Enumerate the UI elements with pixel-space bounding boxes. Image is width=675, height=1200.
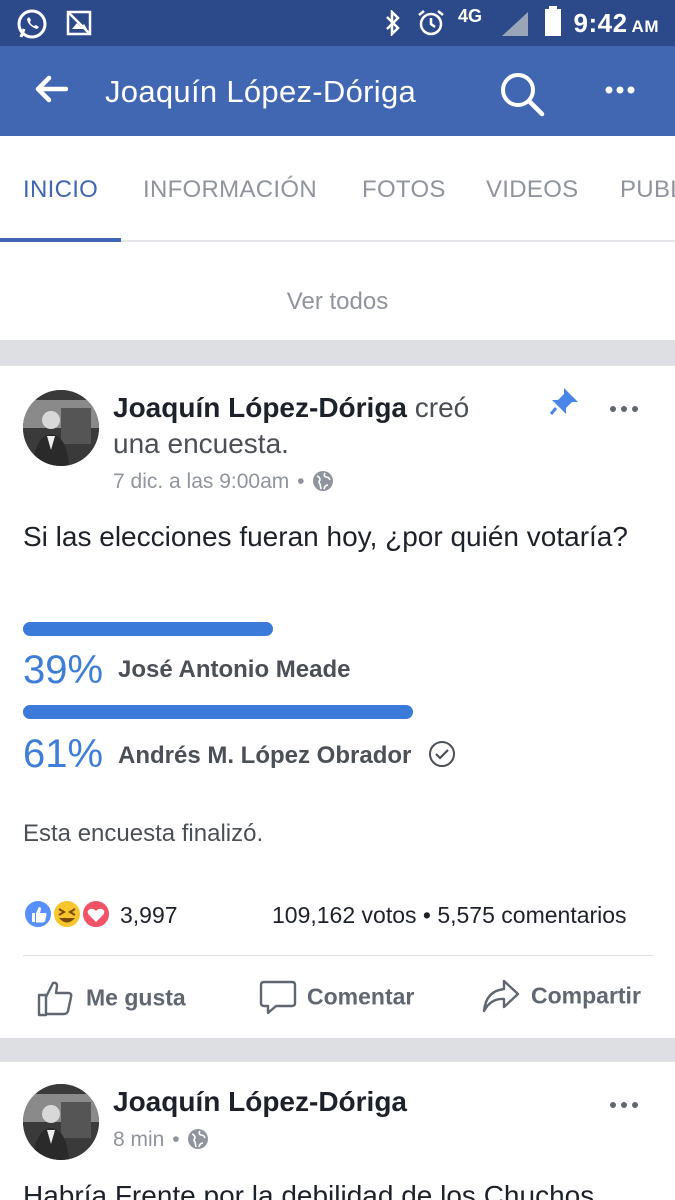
- signal-icon: [500, 10, 530, 43]
- tab-publicaciones[interactable]: PUBL: [620, 176, 675, 204]
- reaction-icons: [23, 899, 111, 929]
- post-more-icon[interactable]: [609, 1096, 639, 1114]
- share-button[interactable]: Compartir: [481, 978, 641, 1014]
- votes-comments-count[interactable]: 109,162 votos • 5,575 comentarios: [272, 902, 627, 929]
- more-options-icon[interactable]: [604, 82, 636, 100]
- poll-option-1-name[interactable]: José Antonio Meade: [118, 656, 350, 684]
- pin-icon: [549, 386, 582, 421]
- tab-videos[interactable]: VIDEOS: [486, 176, 579, 204]
- comment-button[interactable]: Comentar: [259, 978, 414, 1016]
- poll-question: Si las elecciones fueran hoy, ¿por quién…: [23, 521, 628, 552]
- tab-informacion[interactable]: INFORMACIÓN: [143, 176, 317, 204]
- bluetooth-icon: [384, 8, 402, 41]
- poll-post: Joaquín López-Dóriga creó una encuesta. …: [0, 366, 675, 1038]
- tab-fotos[interactable]: FOTOS: [362, 176, 446, 204]
- avatar[interactable]: [23, 390, 99, 466]
- tab-inicio[interactable]: INICIO: [23, 176, 98, 204]
- back-arrow-icon[interactable]: [34, 74, 69, 109]
- post-timestamp[interactable]: 7 dic. a las 9:00am •: [113, 470, 334, 494]
- poll-status: Esta encuesta finalizó.: [23, 820, 264, 847]
- reactions-count[interactable]: 3,997: [120, 902, 178, 929]
- reactions-summary[interactable]: [23, 898, 115, 935]
- comment-icon: [259, 980, 297, 1015]
- post-text: Habría Frente por la debilidad de los Ch…: [23, 1180, 595, 1200]
- status-bar: 4G 9:42 AM: [0, 0, 675, 46]
- globe-icon: [188, 1129, 209, 1149]
- like-button[interactable]: Me gusta: [36, 978, 186, 1018]
- post-more-icon[interactable]: [609, 400, 639, 418]
- alarm-icon: [416, 8, 446, 43]
- page-title: Joaquín López-Dóriga: [105, 74, 417, 109]
- second-post: Joaquín López-Dóriga 8 min • Habría Fren…: [0, 1062, 675, 1200]
- battery-icon: [544, 6, 562, 41]
- network-type: 4G: [458, 6, 483, 26]
- poll-bar-option-1: [23, 622, 273, 636]
- see-all-link[interactable]: Ver todos: [0, 288, 675, 316]
- check-circle-icon: [429, 741, 456, 767]
- poll-bar-option-2: [23, 705, 413, 719]
- share-arrow-icon: [482, 979, 520, 1013]
- clock: 9:42 AM: [573, 8, 659, 38]
- post-action-text: creó: [414, 392, 470, 423]
- poll-percent-option-2: 61%: [23, 732, 104, 776]
- avatar[interactable]: [23, 1084, 99, 1160]
- whatsapp-icon: [16, 8, 48, 45]
- poll-option-2-name[interactable]: Andrés M. López Obrador: [118, 740, 456, 770]
- see-all-section: Ver todos: [0, 242, 675, 340]
- post-action-text-line2: una encuesta.: [113, 428, 289, 459]
- post-author[interactable]: Joaquín López-Dóriga: [113, 1086, 407, 1118]
- page-tabs: INICIO INFORMACIÓN FOTOS VIDEOS PUBL: [0, 136, 675, 242]
- thumbs-up-icon: [37, 981, 73, 1017]
- search-icon[interactable]: [498, 70, 546, 123]
- no-image-icon: [66, 10, 92, 41]
- poll-percent-option-1: 39%: [23, 648, 104, 692]
- actions-divider: [23, 955, 653, 956]
- post-author[interactable]: Joaquín López-Dóriga creó: [113, 392, 469, 424]
- app-bar: Joaquín López-Dóriga: [0, 46, 675, 136]
- globe-icon: [313, 471, 334, 491]
- post-timestamp[interactable]: 8 min •: [113, 1128, 209, 1152]
